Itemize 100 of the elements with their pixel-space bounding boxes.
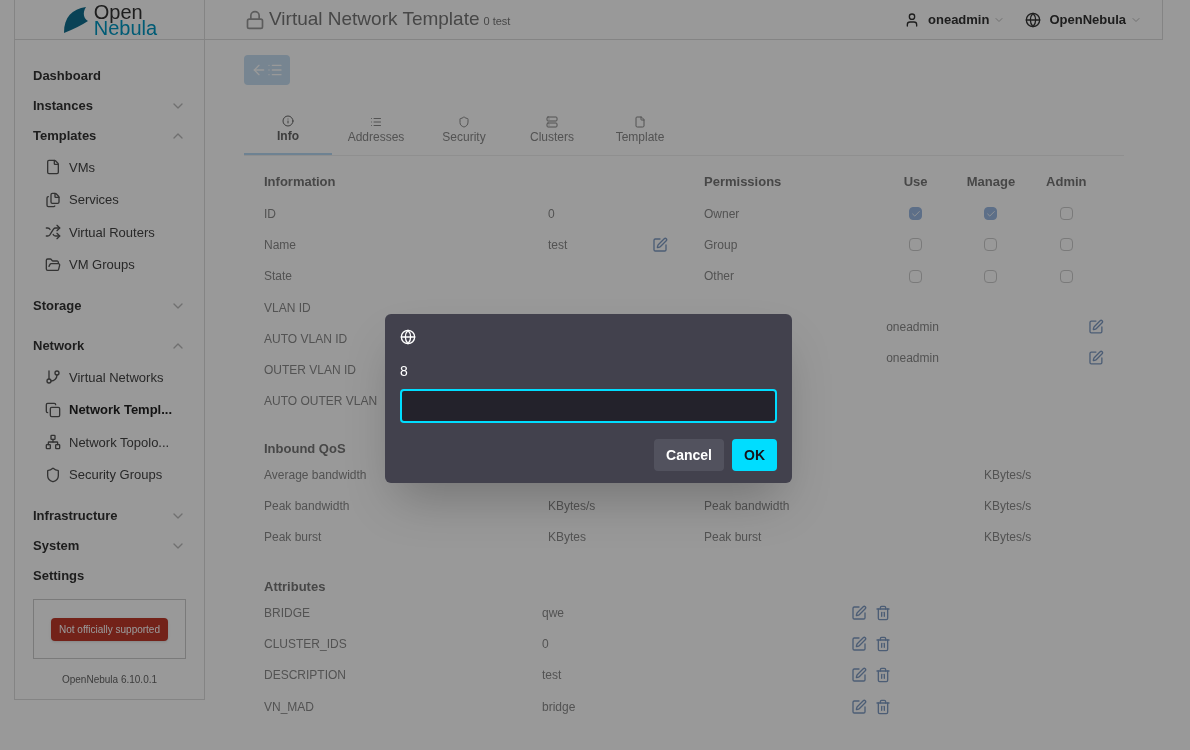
field-value: test — [548, 236, 568, 254]
sidebar-item[interactable]: Instances — [33, 91, 186, 121]
sidebar-subitem[interactable]: VMs — [33, 151, 186, 184]
files-icon — [45, 191, 61, 208]
attribute-value: 0 — [542, 636, 549, 651]
server-icon — [546, 116, 558, 128]
field-label: State — [264, 268, 293, 286]
delete-icon[interactable] — [875, 667, 891, 684]
check-icon — [985, 208, 996, 219]
qos-label: Peak bandwidth — [264, 499, 350, 513]
qos-unit: KBytes — [548, 530, 586, 545]
file-icon — [45, 159, 61, 176]
version-text: OpenNebula 6.10.0.1 — [60, 673, 159, 687]
lock-icon — [245, 9, 265, 30]
network-icon — [45, 434, 61, 451]
field-label: ID — [264, 205, 276, 223]
permission-checkbox[interactable] — [909, 207, 923, 221]
dialog-message: 8 — [400, 363, 409, 379]
permission-label: Owner — [704, 206, 740, 221]
section-title: Information — [264, 173, 336, 191]
info-icon — [282, 115, 294, 127]
permission-checkbox[interactable] — [984, 207, 998, 221]
owner-value: oneadmin — [886, 320, 939, 335]
attribute-value: test — [542, 668, 562, 683]
sidebar-item[interactable]: Network — [33, 331, 186, 361]
tab[interactable]: Info — [244, 107, 332, 155]
sidebar-subitem[interactable]: Services — [33, 183, 186, 216]
cancel-button[interactable]: Cancel — [654, 439, 724, 471]
section-title: Attributes — [264, 577, 326, 596]
edit-icon[interactable] — [851, 604, 867, 621]
qos-unit: KBytes/s — [984, 529, 1032, 547]
delete-icon[interactable] — [875, 604, 891, 621]
permission-checkbox[interactable] — [1059, 269, 1073, 283]
qos-unit: KBytes/s — [548, 499, 596, 513]
permission-checkbox[interactable] — [909, 238, 923, 252]
edit-icon[interactable] — [652, 236, 668, 253]
attribute-name: VN_MAD — [264, 699, 314, 714]
sidebar-subitem[interactable]: Virtual Routers — [33, 216, 186, 249]
field-label: VLAN ID — [264, 299, 311, 317]
back-to-list-button[interactable] — [244, 55, 290, 85]
shield-icon — [45, 466, 61, 483]
permission-label: Other — [704, 269, 734, 284]
permission-checkbox[interactable] — [984, 269, 998, 283]
sidebar-item[interactable]: Dashboard — [33, 61, 186, 91]
sidebar-subitem[interactable]: Network Templ... — [33, 393, 186, 426]
delete-icon[interactable] — [875, 698, 891, 715]
owner-value: oneadmin — [886, 351, 939, 366]
field-label: Name — [264, 236, 296, 254]
delete-icon[interactable] — [875, 635, 891, 652]
sidebar-subitem[interactable]: Security Groups — [33, 458, 186, 491]
page-subtitle: 0 test — [483, 14, 511, 30]
edit-icon[interactable] — [851, 635, 867, 652]
field-label: OUTER VLAN ID — [264, 362, 356, 380]
sidebar-item[interactable]: Templates — [33, 121, 186, 151]
sidebar-item[interactable]: Storage — [33, 291, 186, 321]
sidebar-item[interactable]: Infrastructure — [33, 501, 186, 531]
page-title: Virtual Network Template — [269, 7, 480, 32]
logo-icon — [61, 4, 90, 35]
column-header: Manage — [966, 173, 1016, 191]
sidebar-item[interactable]: Settings — [33, 561, 186, 591]
sidebar-item[interactable]: System — [33, 531, 186, 561]
globe-icon — [400, 329, 416, 345]
globe-icon — [1025, 11, 1042, 28]
ok-button[interactable]: OK — [732, 439, 777, 471]
dialog-input[interactable] — [400, 389, 777, 423]
permission-checkbox[interactable] — [909, 269, 923, 283]
branch-icon — [45, 369, 61, 386]
user-menu[interactable]: oneadmin — [928, 9, 990, 30]
shield-icon — [458, 116, 470, 128]
attribute-value: bridge — [542, 699, 576, 714]
edit-icon[interactable] — [851, 667, 867, 684]
list-icon — [370, 116, 382, 128]
permission-checkbox[interactable] — [984, 238, 998, 252]
qos-label: Peak burst — [264, 530, 322, 545]
edit-icon[interactable] — [1088, 319, 1104, 336]
section-title: Permissions — [704, 174, 782, 189]
edit-icon[interactable] — [851, 698, 867, 715]
column-header: Use — [903, 173, 928, 191]
list-icon — [267, 62, 283, 78]
field-value: 0 — [548, 205, 555, 223]
zone-menu[interactable]: OpenNebula — [1049, 9, 1126, 30]
shuffle-icon — [45, 224, 61, 241]
warning-badge: Not officially supported — [51, 617, 168, 641]
qos-label: Average bandwidth — [264, 467, 367, 482]
permission-label: Group — [704, 237, 738, 252]
edit-icon[interactable] — [1088, 350, 1104, 367]
column-header: Admin — [1046, 173, 1087, 191]
file-icon — [634, 116, 646, 128]
field-label: AUTO VLAN ID — [264, 330, 348, 348]
folder-icon — [45, 256, 61, 273]
section-title: Inbound QoS — [264, 440, 346, 459]
sidebar-subitem[interactable]: VM Groups — [33, 248, 186, 281]
qos-label: Peak burst — [704, 530, 762, 545]
sidebar-subitem[interactable]: Network Topolo... — [33, 426, 186, 459]
qos-unit: KBytes/s — [984, 498, 1032, 515]
sidebar-subitem[interactable]: Virtual Networks — [33, 361, 186, 394]
permission-checkbox[interactable] — [1059, 238, 1073, 252]
attribute-value: qwe — [542, 605, 564, 620]
attribute-name: DESCRIPTION — [264, 668, 346, 683]
permission-checkbox[interactable] — [1059, 207, 1073, 221]
